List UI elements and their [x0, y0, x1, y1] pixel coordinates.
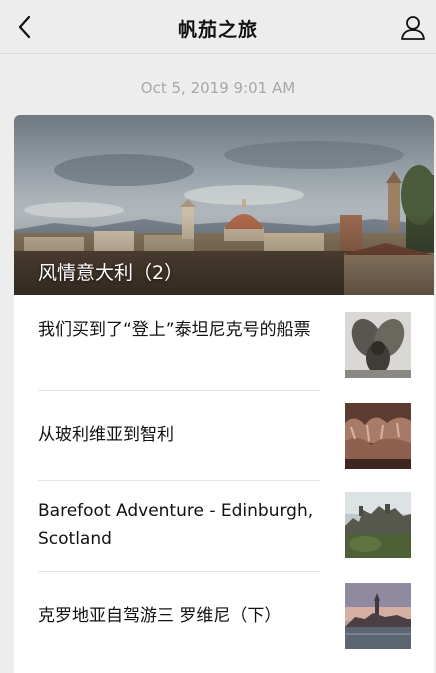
- person-icon[interactable]: [398, 13, 428, 43]
- article-title: 克罗地亚自驾游三 罗维尼（下）: [38, 606, 282, 626]
- article-item[interactable]: Barefoot Adventure - Edinburgh, Scotland: [14, 481, 434, 571]
- article-thumbnail: [345, 312, 411, 378]
- article-title: Barefoot Adventure - Edinburgh, Scotland: [38, 501, 314, 549]
- article-item[interactable]: 从玻利维亚到智利: [14, 391, 434, 481]
- top-nav-bar: 帆茄之旅: [0, 0, 436, 54]
- article-thumbnail: [345, 403, 411, 469]
- article-title: 从玻利维亚到智利: [38, 425, 174, 445]
- article-thumbnail: [345, 492, 411, 558]
- message-timestamp: Oct 5, 2019 9:01 AM: [140, 79, 296, 97]
- cover-title: 风情意大利（2）: [38, 262, 184, 284]
- article-item[interactable]: 我们买到了“登上”泰坦尼克号的船票: [14, 300, 434, 390]
- cover-article[interactable]: 风情意大利（2）: [14, 115, 434, 295]
- article-title: 我们买到了“登上”泰坦尼克号的船票: [38, 320, 311, 340]
- page-title: 帆茄之旅: [177, 19, 258, 41]
- article-thumbnail: [345, 583, 411, 649]
- article-card: 风情意大利（2） 我们买到了“登上”泰坦尼克号的船票 从玻利维亚到智利 Bare…: [14, 115, 434, 673]
- article-item[interactable]: 克罗地亚自驾游三 罗维尼（下）: [14, 572, 434, 662]
